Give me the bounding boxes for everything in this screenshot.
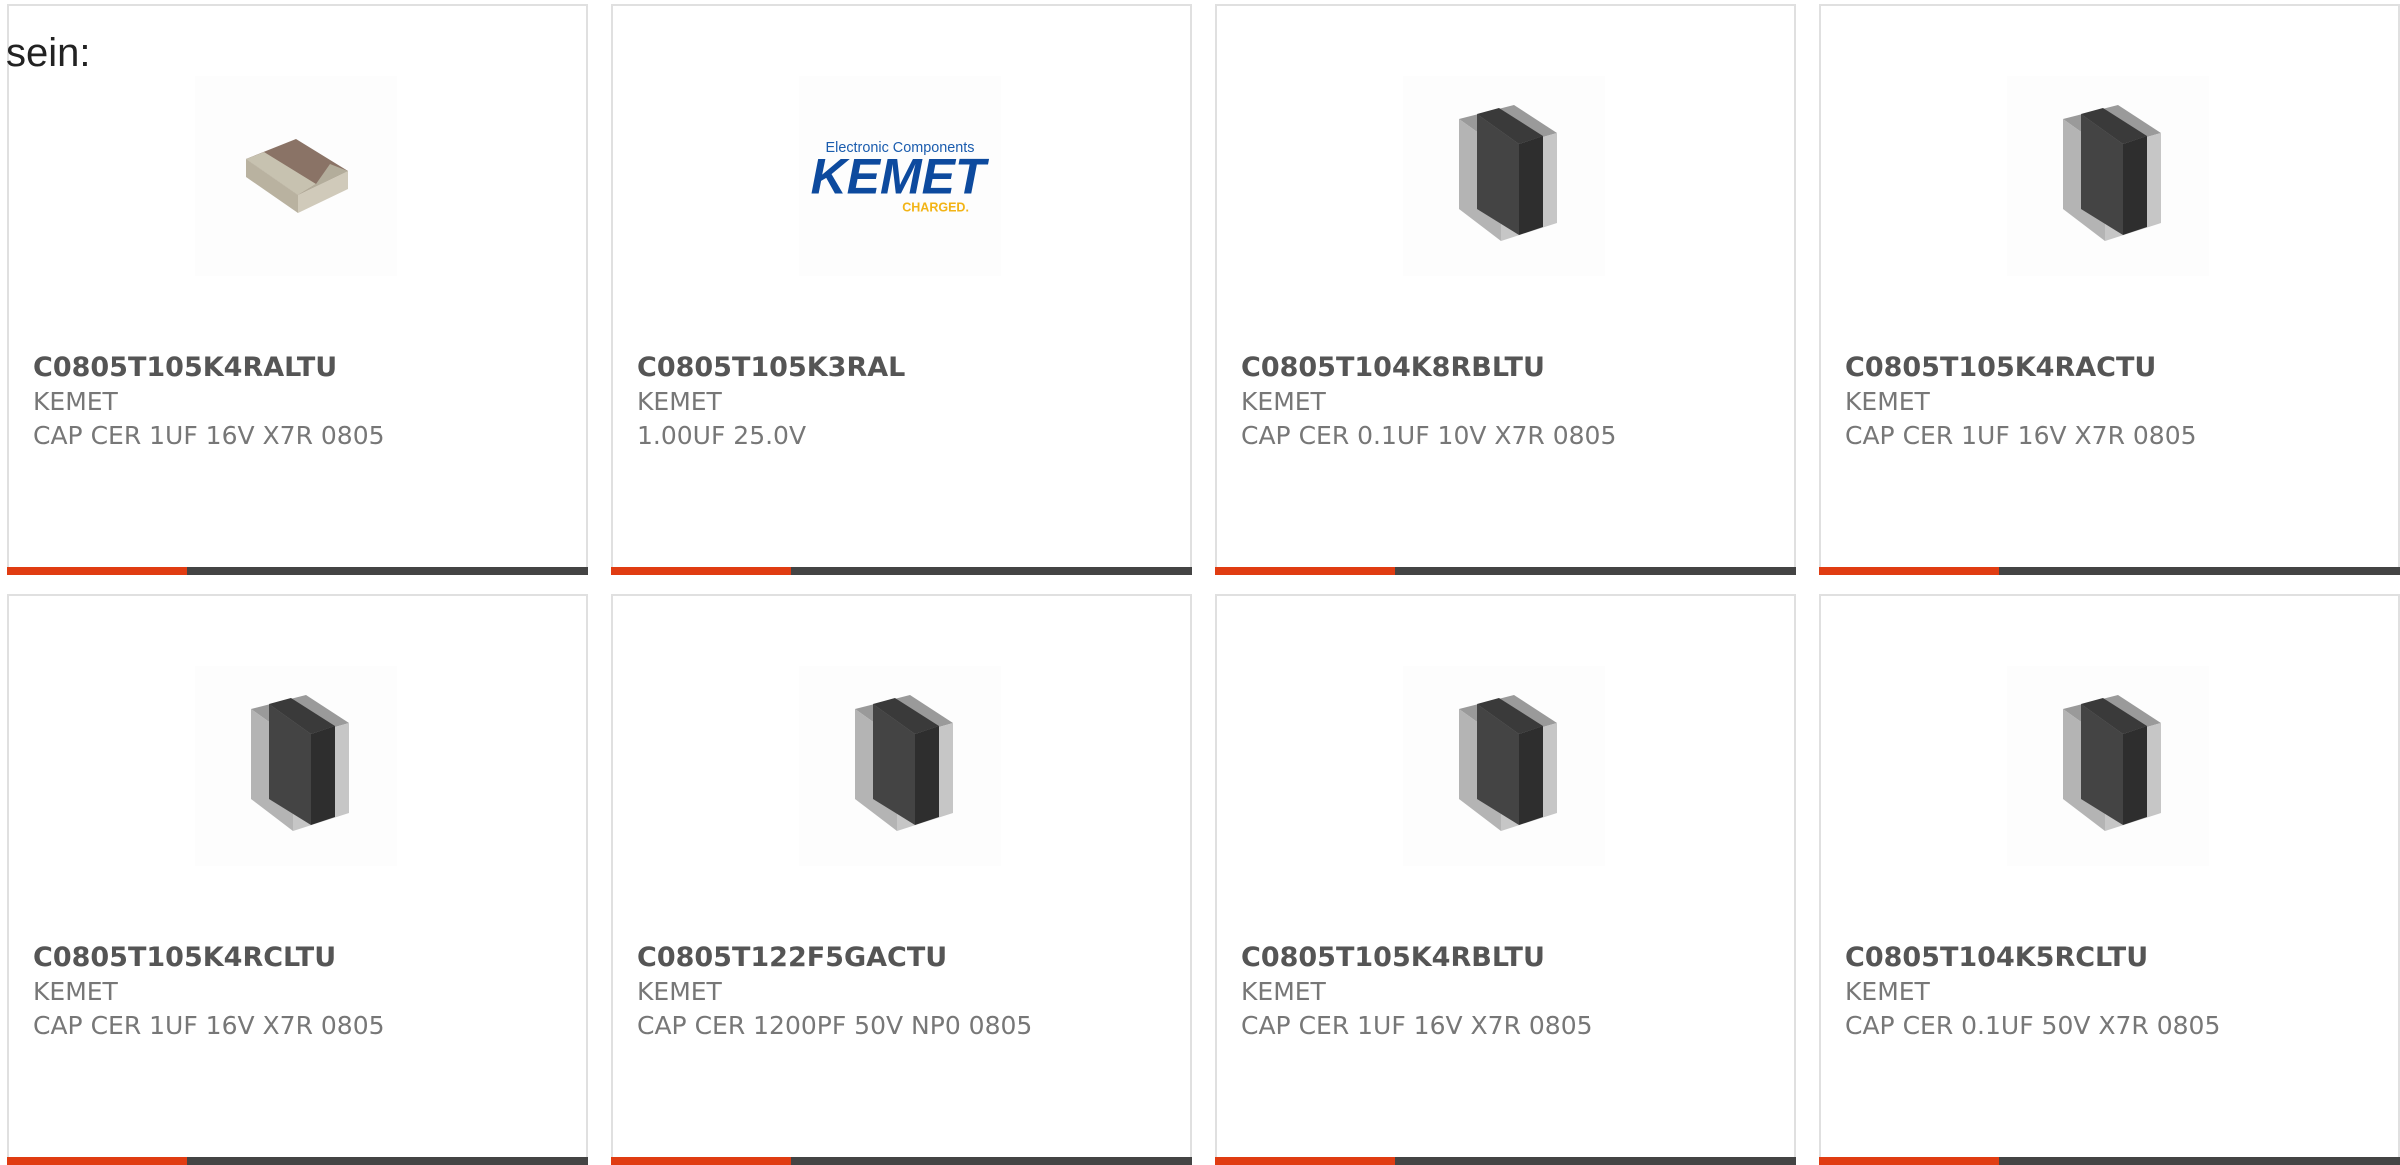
part-number-link[interactable]: C0805T105K4RALTU bbox=[33, 350, 563, 385]
product-image[interactable] bbox=[799, 666, 1001, 866]
mlcc-chip-gray-image bbox=[2063, 105, 2161, 241]
mlcc-chip-gray-image bbox=[855, 695, 953, 831]
card-accent-fill bbox=[1819, 1157, 2000, 1165]
mlcc-chip-gray-image bbox=[2063, 695, 2161, 831]
part-number-link[interactable]: C0805T105K4RBLTU bbox=[1241, 940, 1771, 975]
card-accent-fill bbox=[7, 567, 188, 575]
product-info: C0805T104K8RBLTU KEMET CAP CER 0.1UF 10V… bbox=[1241, 350, 1771, 453]
manufacturer-label: KEMET bbox=[637, 387, 722, 416]
card-accent-bar bbox=[1819, 1157, 2400, 1165]
product-card[interactable]: C0805T105K4RBLTU KEMET CAP CER 1UF 16V X… bbox=[1215, 594, 1796, 1165]
manufacturer-label: KEMET bbox=[637, 977, 722, 1006]
product-card[interactable]: C0805T105K4RALTU KEMET CAP CER 1UF 16V X… bbox=[7, 4, 588, 575]
product-image[interactable] bbox=[195, 76, 397, 276]
product-description: 1.00UF 25.0V bbox=[637, 421, 807, 450]
product-info: C0805T104K5RCLTU KEMET CAP CER 0.1UF 50V… bbox=[1845, 940, 2375, 1043]
product-card[interactable]: C0805T104K5RCLTU KEMET CAP CER 0.1UF 50V… bbox=[1819, 594, 2400, 1165]
product-description: CAP CER 1UF 16V X7R 0805 bbox=[1241, 1011, 1593, 1040]
svg-text:KEMET: KEMET bbox=[811, 148, 990, 204]
card-accent-bar bbox=[1819, 567, 2400, 575]
card-accent-bar bbox=[611, 1157, 1192, 1165]
part-number-link[interactable]: C0805T104K8RBLTU bbox=[1241, 350, 1771, 385]
card-accent-fill bbox=[1819, 567, 2000, 575]
part-number-link[interactable]: C0805T105K4RACTU bbox=[1845, 350, 2375, 385]
product-info: C0805T105K4RBLTU KEMET CAP CER 1UF 16V X… bbox=[1241, 940, 1771, 1043]
product-image[interactable] bbox=[195, 666, 397, 866]
product-info: C0805T105K4RALTU KEMET CAP CER 1UF 16V X… bbox=[33, 350, 563, 453]
product-description: CAP CER 0.1UF 50V X7R 0805 bbox=[1845, 1011, 2221, 1040]
product-grid: C0805T105K4RALTU KEMET CAP CER 1UF 16V X… bbox=[0, 0, 2400, 1165]
manufacturer-label: KEMET bbox=[1241, 977, 1326, 1006]
product-description: CAP CER 1UF 16V X7R 0805 bbox=[1845, 421, 2197, 450]
part-number-link[interactable]: C0805T105K3RAL bbox=[637, 350, 1167, 385]
product-info: C0805T105K4RCLTU KEMET CAP CER 1UF 16V X… bbox=[33, 940, 563, 1043]
product-image[interactable] bbox=[1403, 76, 1605, 276]
kemet-logo-image: Electronic ComponentsKEMETCHARGED. bbox=[811, 140, 990, 215]
product-info: C0805T105K4RACTU KEMET CAP CER 1UF 16V X… bbox=[1845, 350, 2375, 453]
card-accent-bar bbox=[1215, 567, 1796, 575]
product-image[interactable] bbox=[2007, 76, 2209, 276]
card-accent-fill bbox=[611, 567, 792, 575]
product-description: CAP CER 1UF 16V X7R 0805 bbox=[33, 1011, 385, 1040]
product-image[interactable]: Electronic Components KEMET CHARGED. bbox=[799, 76, 1001, 276]
product-card[interactable]: Electronic Components KEMET CHARGED. C0805… bbox=[611, 4, 1192, 575]
intro-text: sein: bbox=[6, 31, 91, 75]
product-description: CAP CER 0.1UF 10V X7R 0805 bbox=[1241, 421, 1617, 450]
product-image[interactable] bbox=[1403, 666, 1605, 866]
manufacturer-label: KEMET bbox=[33, 977, 118, 1006]
product-description: CAP CER 1UF 16V X7R 0805 bbox=[33, 421, 385, 450]
mlcc-chip-gray-image bbox=[251, 695, 349, 831]
svg-text:CHARGED.: CHARGED. bbox=[902, 201, 969, 215]
product-description: CAP CER 1200PF 50V NP0 0805 bbox=[637, 1011, 1033, 1040]
card-accent-fill bbox=[611, 1157, 792, 1165]
card-accent-bar bbox=[7, 1157, 588, 1165]
mlcc-chip-gray-image bbox=[1459, 695, 1557, 831]
mlcc-chip-gray-image bbox=[1459, 105, 1557, 241]
product-card[interactable]: C0805T105K4RACTU KEMET CAP CER 1UF 16V X… bbox=[1819, 4, 2400, 575]
card-accent-bar bbox=[7, 567, 588, 575]
manufacturer-label: KEMET bbox=[1241, 387, 1326, 416]
card-accent-bar bbox=[1215, 1157, 1796, 1165]
product-card[interactable]: C0805T104K8RBLTU KEMET CAP CER 0.1UF 10V… bbox=[1215, 4, 1796, 575]
product-image[interactable] bbox=[2007, 666, 2209, 866]
product-info: C0805T122F5GACTU KEMET CAP CER 1200PF 50… bbox=[637, 940, 1167, 1043]
card-accent-bar bbox=[611, 567, 1192, 575]
product-card[interactable]: C0805T122F5GACTU KEMET CAP CER 1200PF 50… bbox=[611, 594, 1192, 1165]
manufacturer-label: KEMET bbox=[33, 387, 118, 416]
card-accent-fill bbox=[7, 1157, 188, 1165]
part-number-link[interactable]: C0805T105K4RCLTU bbox=[33, 940, 563, 975]
manufacturer-label: KEMET bbox=[1845, 977, 1930, 1006]
card-accent-fill bbox=[1215, 567, 1396, 575]
product-info: C0805T105K3RAL KEMET 1.00UF 25.0V bbox=[637, 350, 1167, 453]
mlcc-chip-brown-image bbox=[246, 139, 348, 213]
card-accent-fill bbox=[1215, 1157, 1396, 1165]
manufacturer-label: KEMET bbox=[1845, 387, 1930, 416]
part-number-link[interactable]: C0805T122F5GACTU bbox=[637, 940, 1167, 975]
part-number-link[interactable]: C0805T104K5RCLTU bbox=[1845, 940, 2375, 975]
product-card[interactable]: C0805T105K4RCLTU KEMET CAP CER 1UF 16V X… bbox=[7, 594, 588, 1165]
